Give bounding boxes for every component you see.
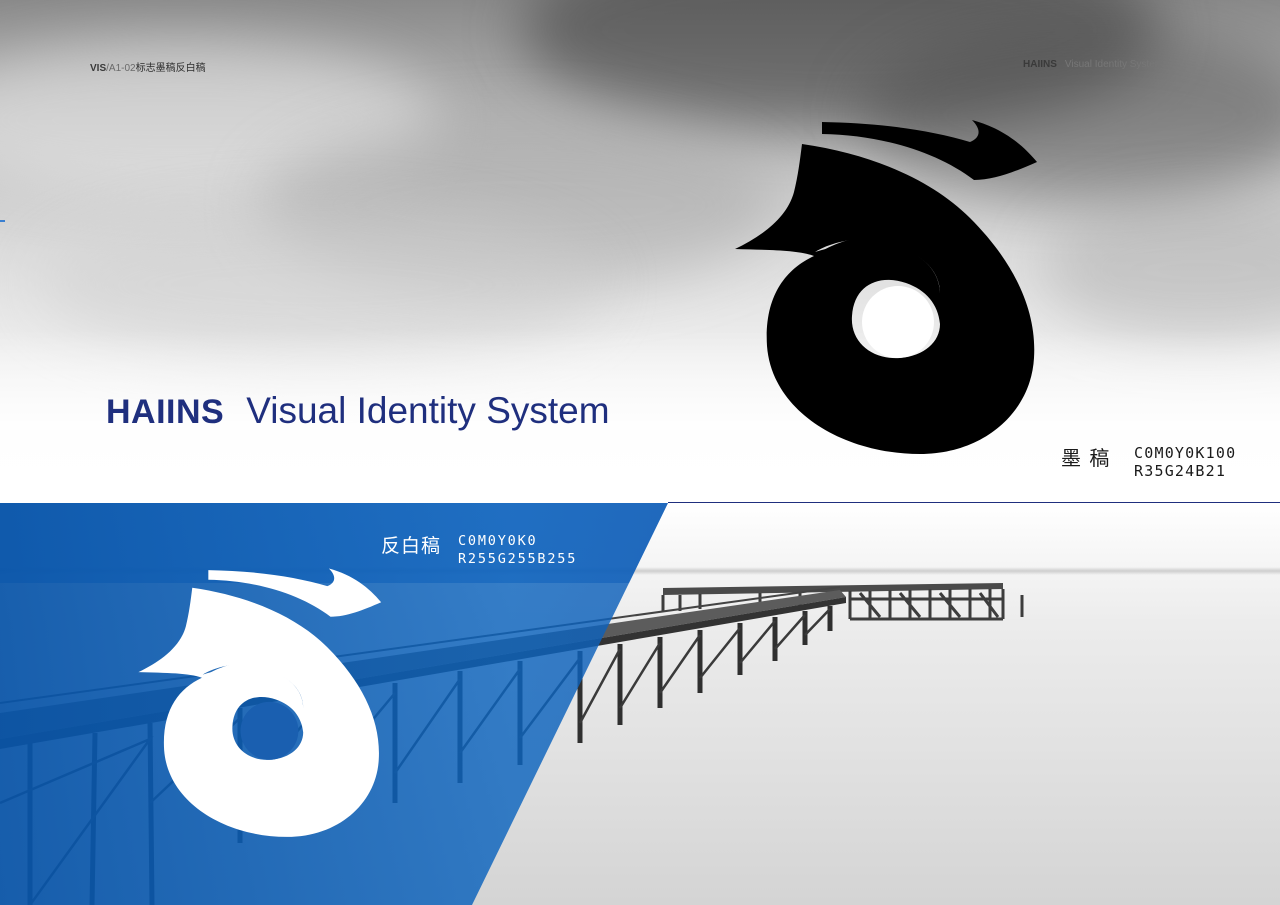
brand-header-subtitle: Visual Identity System	[1064, 59, 1164, 70]
page-code-title: 标志墨稿反白稿	[135, 63, 206, 74]
bottom-pier-section: 反白稿 C0M0Y0K0 R255G255B255	[0, 503, 1280, 905]
logo-eye-hole	[240, 701, 299, 760]
mono-rgb-value: R35G24B21	[1134, 462, 1227, 480]
logo-mark-mono-icon	[735, 120, 1037, 454]
brand-header-name: HAIINS	[1023, 59, 1057, 70]
mono-label: 墨 稿	[1061, 446, 1111, 470]
cloud	[1040, 200, 1280, 340]
mono-cmyk-value: C0M0Y0K100	[1134, 444, 1237, 462]
page-title: HAIINS Visual Identity System	[106, 390, 610, 432]
edge-accent-mark	[0, 220, 5, 222]
reverse-rgb-value: R255G255B255	[458, 551, 578, 567]
page-code-header: VIS/A1-02标志墨稿反白稿	[90, 59, 206, 74]
brand-header: HAIINS Visual Identity System	[1023, 59, 1163, 70]
reverse-label: 反白稿	[381, 535, 442, 557]
page-code-number: /A1-02	[106, 63, 136, 74]
top-sky-section: VIS/A1-02标志墨稿反白稿 HAIINS Visual Identity S…	[0, 0, 1280, 503]
logo-mark-reverse-icon	[138, 568, 382, 837]
title-brand: HAIINS	[106, 393, 225, 431]
reverse-cmyk-value: C0M0Y0K0	[458, 533, 538, 549]
title-subtitle: Visual Identity System	[246, 390, 610, 431]
page-code-prefix: VIS	[90, 63, 107, 74]
logo-eye-hole	[862, 286, 934, 358]
